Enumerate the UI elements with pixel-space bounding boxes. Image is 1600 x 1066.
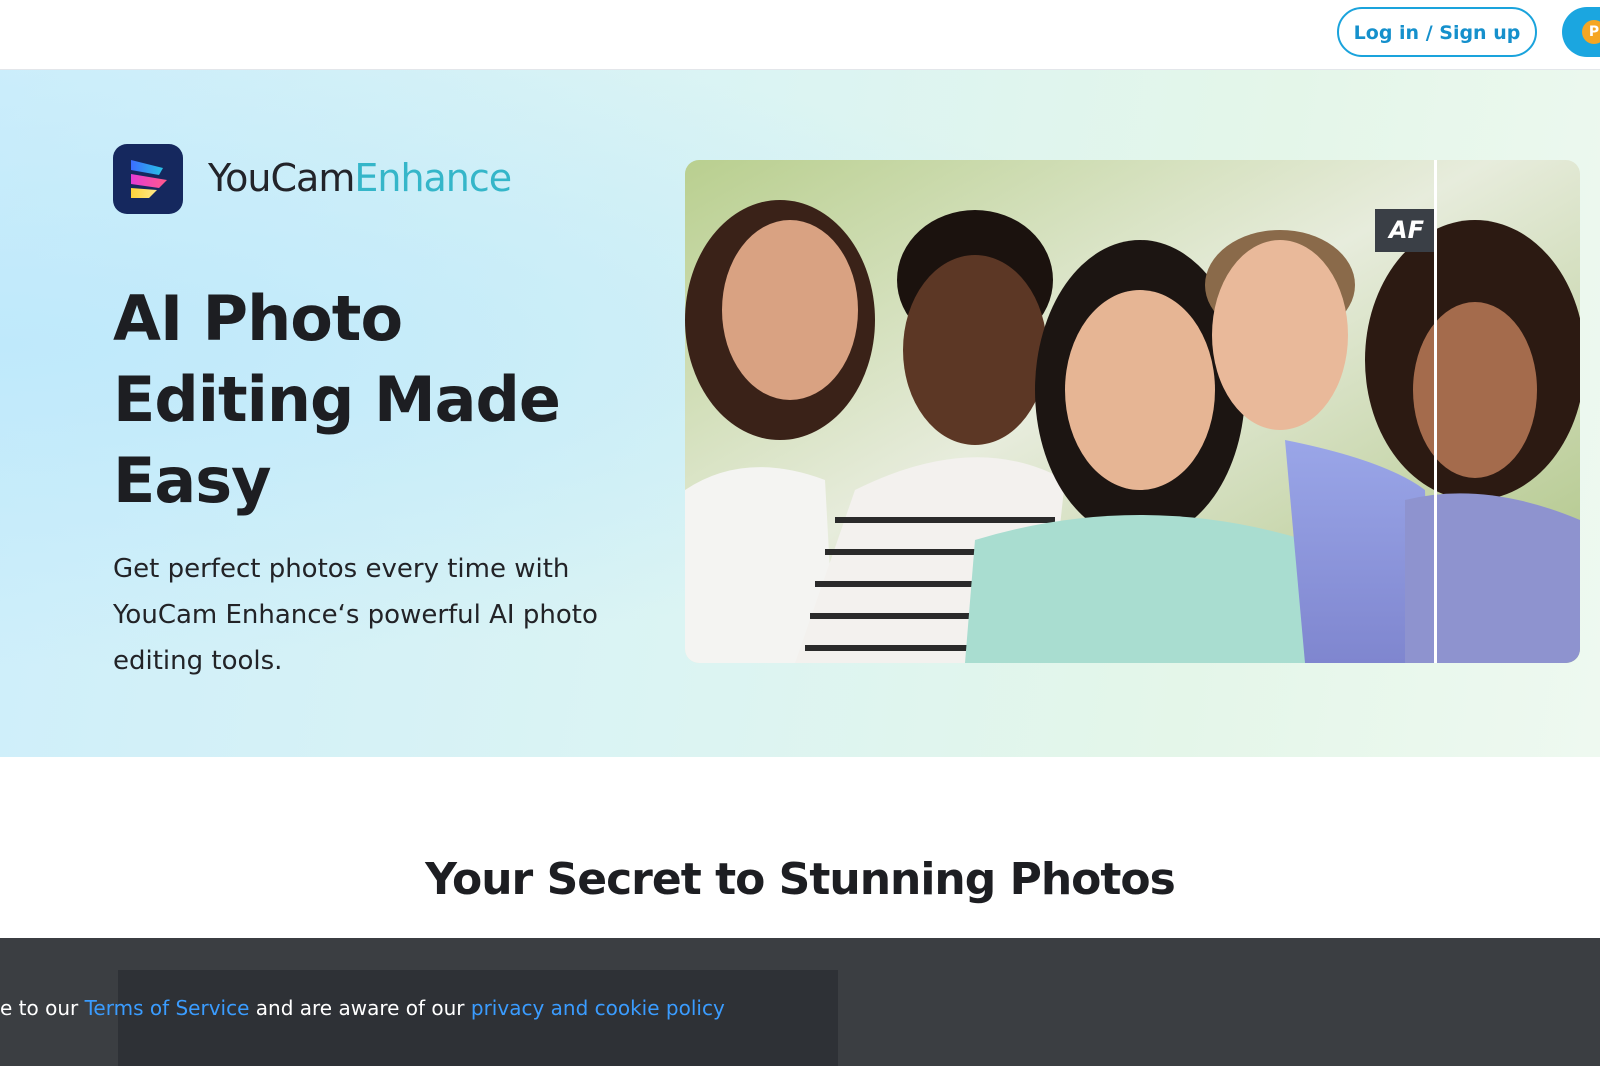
hero-subtitle: Get perfect photos every time with YouCa… [113,554,598,676]
terms-of-service-link[interactable]: Terms of Service [85,996,250,1020]
login-signup-button[interactable]: Log in / Sign up [1337,7,1537,57]
before-after-hero-image[interactable] [685,160,1580,663]
cookie-text-before: e to our [0,996,85,1020]
cookie-text-middle: and are aware of our [249,996,471,1020]
brand-wordmark[interactable]: YouCamEnhance [208,156,512,202]
premium-crown-icon: P [1582,20,1600,44]
brand-name-part2: Enhance [354,156,512,200]
youcam-enhance-logo-icon [113,144,183,214]
brand-name-part1: YouCam [208,156,355,200]
premium-button[interactable]: P [1562,7,1600,57]
before-after-divider-handle[interactable] [1434,160,1437,663]
hero-title: AI Photo Editing Made Easy [113,282,561,517]
hero-section: YouCamEnhance AI Photo Editing Made Easy… [0,70,1600,757]
section-title: Your Secret to Stunning Photos [425,854,1176,905]
cookie-consent-text: e to our Terms of Service and are aware … [0,992,1000,1024]
top-nav-bar: Log in / Sign up P [0,0,1600,70]
after-label: AF [1375,209,1434,252]
privacy-cookie-policy-link[interactable]: privacy and cookie policy [471,996,725,1020]
